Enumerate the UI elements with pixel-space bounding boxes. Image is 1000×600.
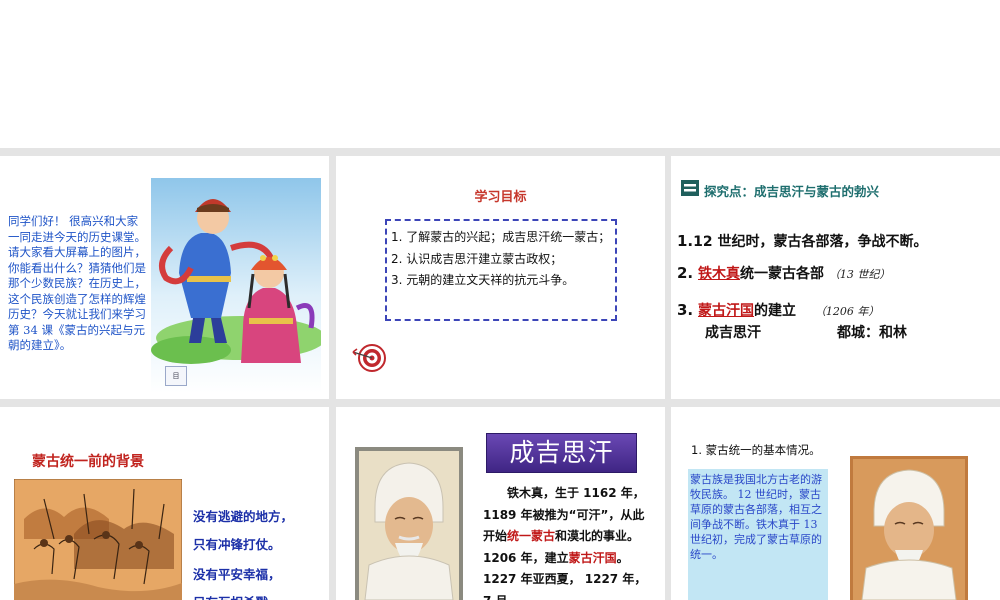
slide-action-button[interactable]: 目 (165, 366, 187, 386)
background-title: 蒙古统一前的背景 (32, 454, 144, 470)
goal-item: 2. 认识成吉思汗建立蒙古政权； (391, 251, 563, 266)
poem-line: 没有平安幸福， (193, 567, 281, 582)
poem-line: 只有冲锋打仗。 (193, 537, 281, 552)
founder-name: 成吉思汗 (705, 325, 761, 341)
section-title: 探究点：成吉思汗与蒙古的勃兴 (704, 184, 880, 199)
poem-line: 没有逃避的地方， (193, 509, 294, 524)
genghis-khan-portrait (850, 456, 968, 600)
slide-thumbnail-3[interactable]: 探究点：成吉思汗与蒙古的勃兴 1.12 世纪时，蒙古各部落，争战不断。 2. 铁… (671, 156, 1000, 399)
target-icon (352, 344, 386, 372)
learning-goals-box: 1. 了解蒙古的兴起；成吉思汗统一蒙古； 2. 认识成吉思汗建立蒙古政权； 3.… (385, 219, 617, 321)
point-2: 2. 铁木真统一蒙古各部 （13 世纪） (677, 264, 891, 282)
capital-label: 都城：和林 (837, 325, 907, 341)
slide-bullet-icon (681, 180, 699, 196)
slide-thumbnail-6[interactable]: 1. 蒙古统一的基本情况。 蒙古族是我国北方古老的游牧民族。 12 世纪时，蒙古… (671, 407, 1000, 600)
biography-text: 铁木真，生于 1162 年， 1189 年被推为“可汗”，从此开始统一蒙古和漠北… (483, 486, 647, 600)
slide-thumbnail-1[interactable]: 同学们好！ 很高兴和大家一同走进今天的历史课堂。请大家看大屏幕上的图片，你能看出… (0, 156, 329, 399)
battle-painting (14, 479, 182, 600)
situation-text-box: 蒙古族是我国北方古老的游牧民族。 12 世纪时，蒙古草原的蒙古各部落，相互之间争… (688, 469, 828, 600)
goal-item: 1. 了解蒙古的兴起；成吉思汗统一蒙古； (391, 230, 611, 244)
dancing-couple-illustration (151, 178, 321, 393)
name-title-box: 成吉思汗 (486, 433, 637, 473)
slide-thumbnail-4[interactable]: 蒙古统一前的背景 没有逃避的地方， 只有冲锋打仗。 没有平安幸福， 只有互相杀戮… (0, 407, 329, 600)
slide-thumbnail-5[interactable]: 成吉思汗 铁木真，生于 1162 年， 1189 年被推为“可汗”，从此开始统一… (336, 407, 665, 600)
goal-item: 3. 元朝的建立文天祥的抗元斗争。 (391, 273, 575, 287)
intro-text: 同学们好！ 很高兴和大家一同走进今天的历史课堂。请大家看大屏幕上的图片，你能看出… (8, 214, 146, 352)
point-3: 3. 蒙古汗国的建立 （1206 年） (677, 301, 880, 319)
basic-situation-heading: 1. 蒙古统一的基本情况。 (691, 443, 821, 457)
poem-line: 只有互相杀戮。 (193, 592, 281, 600)
point-1: 1.12 世纪时，蒙古各部落，争战不断。 (677, 232, 928, 250)
genghis-khan-portrait (355, 447, 463, 600)
learning-goals-title: 学习目标 (474, 190, 527, 205)
slide-thumbnail-2[interactable]: 学习目标 1. 了解蒙古的兴起；成吉思汗统一蒙古； 2. 认识成吉思汗建立蒙古政… (336, 156, 665, 399)
